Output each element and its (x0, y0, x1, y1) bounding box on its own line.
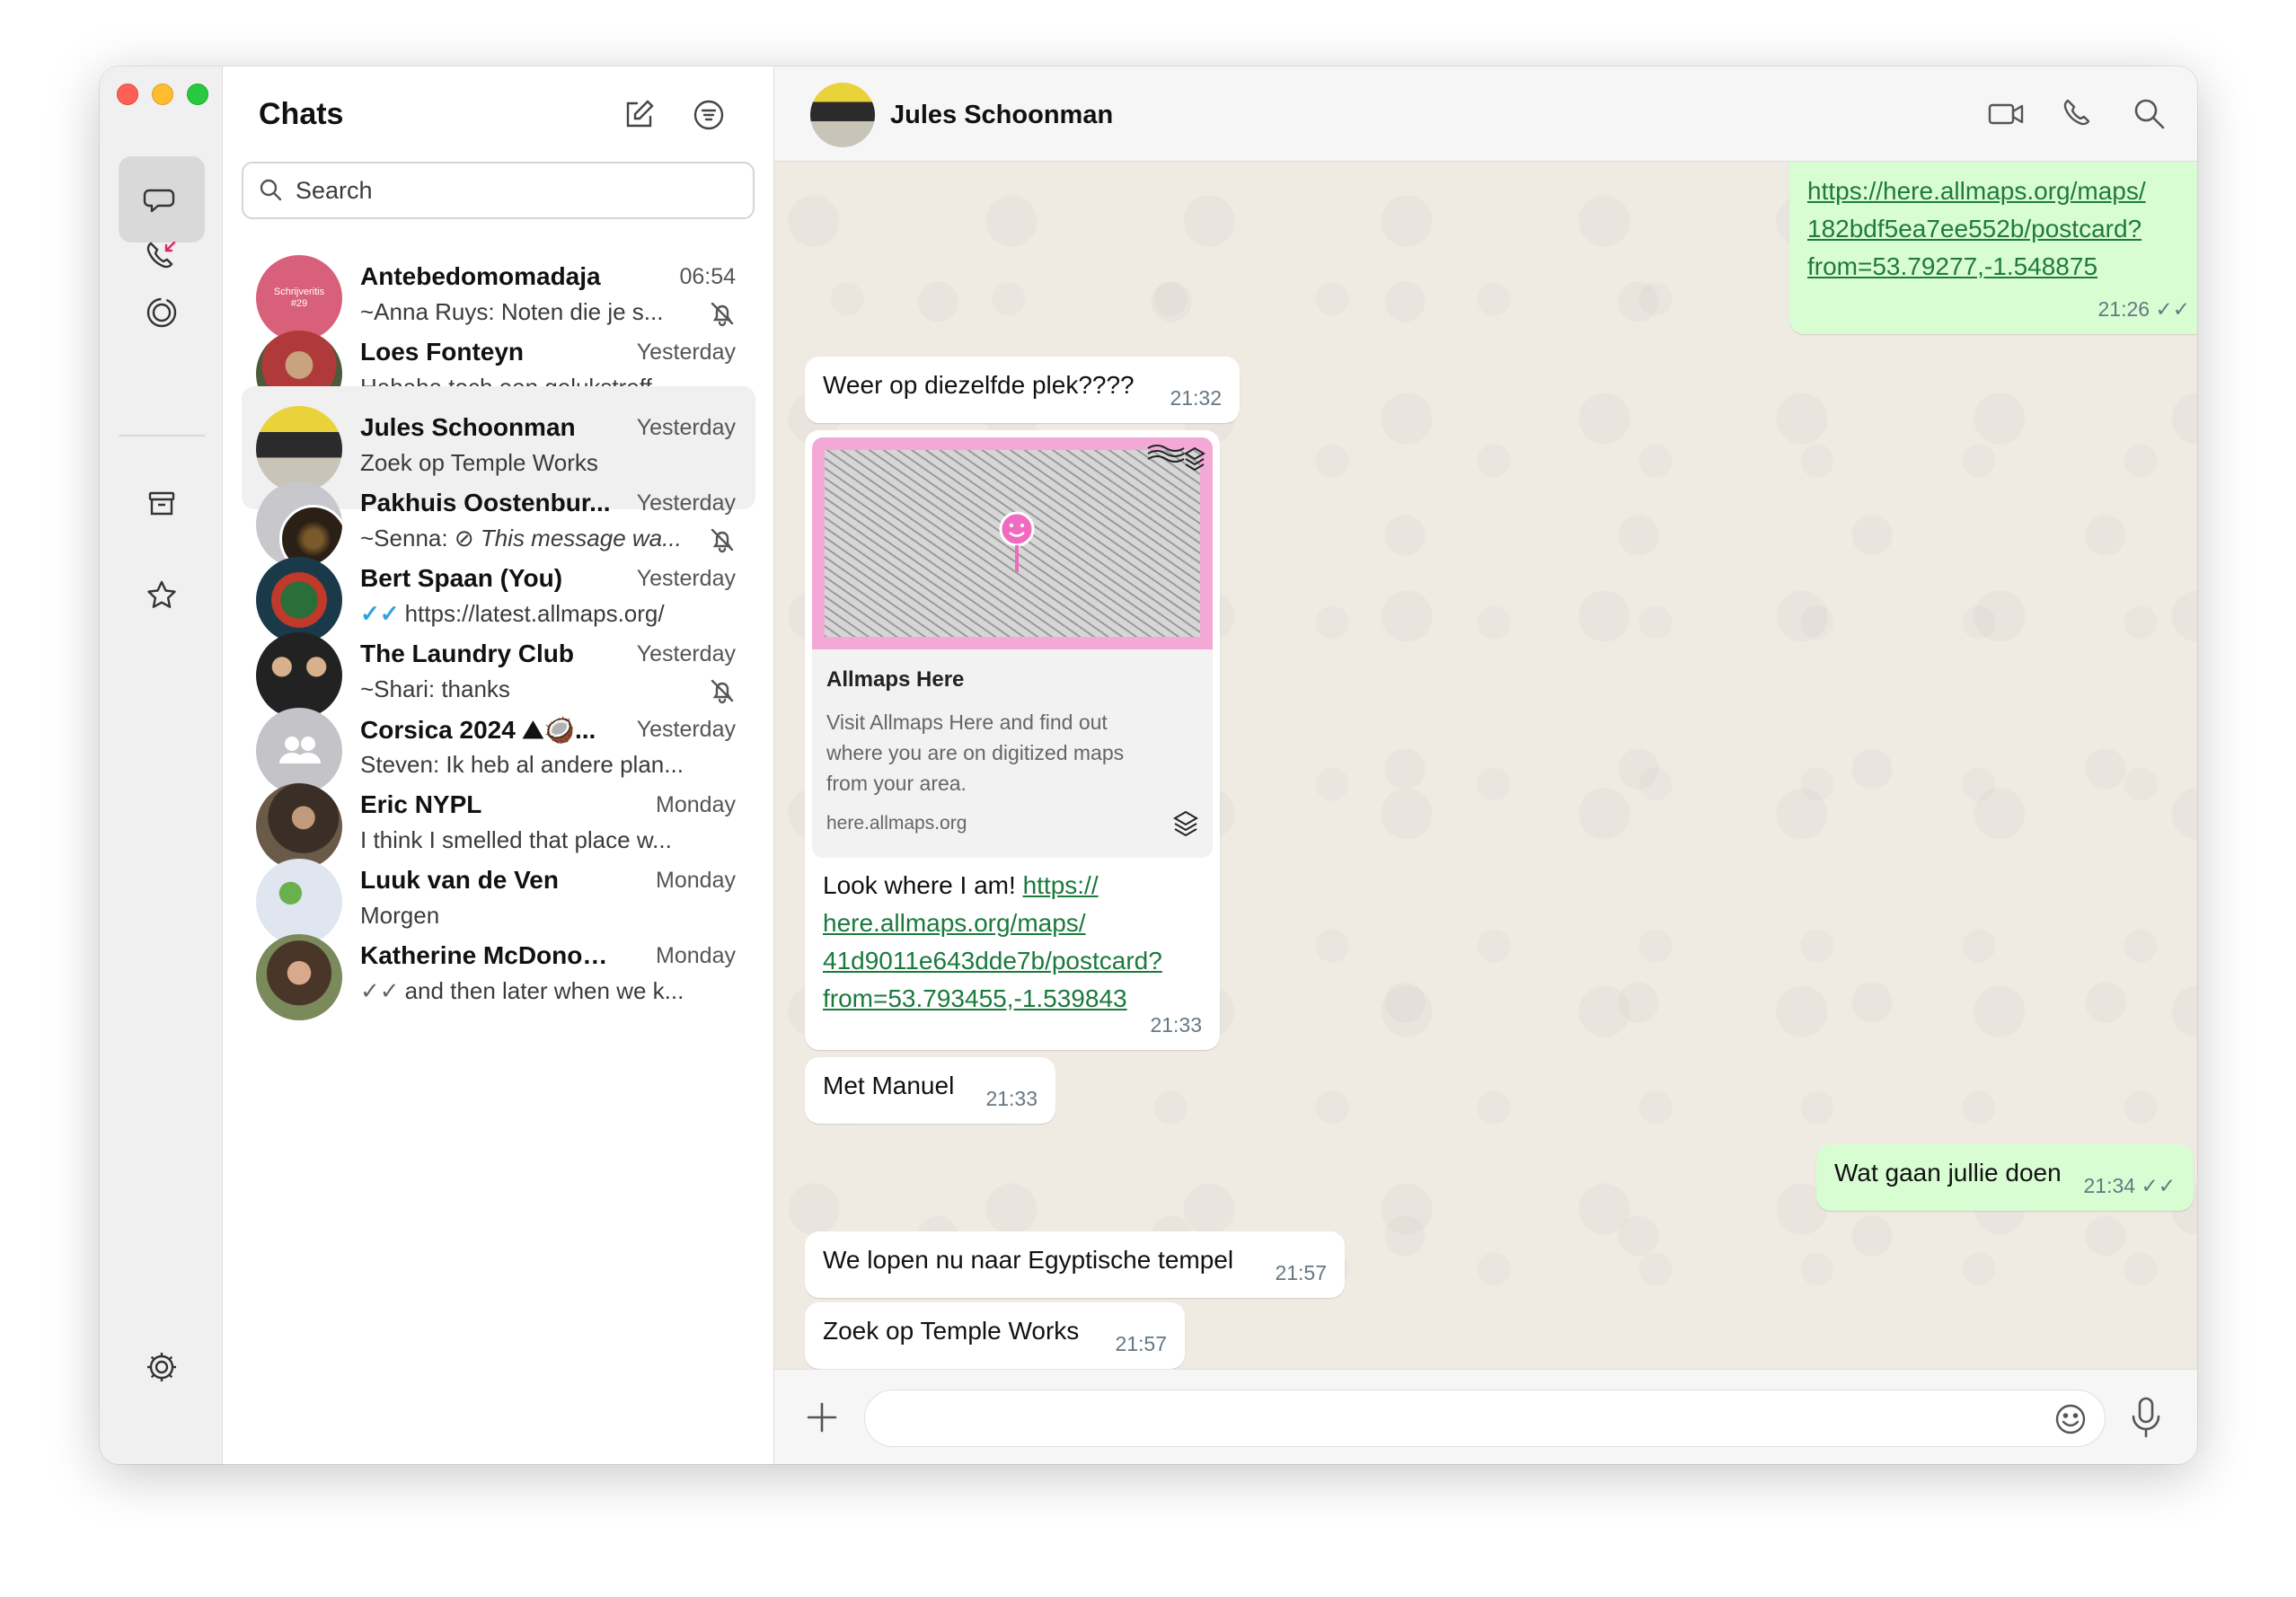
attach-plus-icon[interactable] (801, 1397, 843, 1438)
filter-icon[interactable] (689, 95, 729, 135)
message-time: 21:33 (1150, 1013, 1202, 1037)
message-incoming[interactable]: Weer op diezelfde plek???? 21:32 (805, 357, 1240, 423)
message-time: 21:57 (1115, 1332, 1167, 1355)
link-line[interactable]: 182bdf5ea7ee552b/postcard? (1807, 210, 2146, 248)
emoji-icon[interactable] (2053, 1401, 2088, 1437)
message-incoming[interactable]: Met Manuel 21:33 (805, 1057, 1055, 1124)
message-time: 21:34 ✓✓ (2083, 1174, 2177, 1197)
chat-time: Monday (656, 792, 736, 817)
message-text: Weer op diezelfde plek???? (823, 371, 1135, 399)
message-time: 21:33 (985, 1087, 1038, 1110)
chat-preview: ✓✓ and then later when we k... (360, 977, 684, 1005)
message-list[interactable]: https://here.allmaps.org/maps/ 182bdf5ea… (774, 162, 2197, 1369)
contact-avatar[interactable] (810, 83, 875, 147)
message-link[interactable]: https:// (1023, 871, 1099, 899)
message-time: 21:26 ✓✓ (2097, 297, 2191, 321)
contact-name[interactable]: Jules Schoonman (890, 101, 1113, 130)
message-outgoing[interactable]: Wat gaan jullie doen 21:34 ✓✓ (1816, 1144, 2194, 1211)
read-ticks-icon: ✓✓ (2155, 297, 2190, 321)
message-link[interactable]: https://here.allmaps.org/maps/ 182bdf5ea… (1807, 172, 2146, 286)
chat-time: Monday (656, 943, 736, 968)
message-composer (774, 1369, 2197, 1464)
delivered-ticks-icon: ✓✓ (360, 977, 400, 1004)
chat-time: Yesterday (636, 340, 736, 365)
chat-name: The Laundry Club (360, 640, 574, 667)
message-outgoing[interactable]: https://here.allmaps.org/maps/ 182bdf5ea… (1789, 162, 2197, 334)
message-incoming[interactable]: We lopen nu naar Egyptische tempel 21:57 (805, 1231, 1345, 1298)
archive-icon (148, 491, 175, 516)
preview-title: Allmaps Here (826, 667, 965, 692)
chat-name: Corsica 2024 ⛰🥥... (360, 716, 596, 744)
search-icon[interactable] (2129, 93, 2170, 135)
message-link[interactable]: 41d9011e643dde7b/postcard? (823, 942, 1162, 980)
stamp-icon (1147, 445, 1205, 472)
allmaps-logo-icon (1173, 810, 1198, 837)
conversation-header[interactable]: Jules Schoonman (774, 66, 2197, 162)
window-controls (117, 84, 208, 105)
video-call-icon[interactable] (1985, 93, 2027, 135)
chat-time: Yesterday (636, 641, 736, 666)
message-time: 21:32 (1170, 386, 1222, 410)
avatar (256, 934, 342, 1020)
maximize-window-button[interactable] (187, 84, 208, 105)
link-preview-card[interactable]: Allmaps Here Visit Allmaps Here and find… (812, 437, 1213, 858)
conversation-panel: Jules Schoonman https://here.allmaps.org… (774, 66, 2197, 1464)
message-link[interactable]: here.allmaps.org/maps/ (823, 904, 1162, 942)
chat-time: Monday (656, 868, 736, 893)
chat-name: Loes Fonteyn (360, 338, 525, 366)
message-incoming[interactable]: Zoek op Temple Works 21:57 (805, 1302, 1185, 1369)
rail-archived-button[interactable] (119, 461, 205, 547)
chat-name: Bert Spaan (You) (360, 564, 563, 592)
link-line[interactable]: from=53.79277,-1.548875 (1807, 248, 2146, 286)
preview-description: Visit Allmaps Here and find out where yo… (826, 710, 1125, 795)
chat-time: 06:54 (679, 264, 736, 289)
navigation-rail (100, 66, 223, 1464)
status-icon (146, 297, 177, 328)
message-text: Look where I am! https:// here.allmaps.o… (823, 867, 1162, 1018)
link-line[interactable]: https://here.allmaps.org/maps/ (1807, 172, 2146, 210)
message-text: We lopen nu naar Egyptische tempel (823, 1246, 1234, 1274)
microphone-icon[interactable] (2125, 1395, 2167, 1440)
message-text: Zoek op Temple Works (823, 1317, 1080, 1345)
chat-name: Jules Schoonman (360, 413, 576, 441)
close-window-button[interactable] (117, 84, 138, 105)
postcard-image (812, 437, 1213, 649)
message-text: Met Manuel (823, 1072, 955, 1099)
preview-domain: here.allmaps.org (826, 813, 967, 834)
chat-time: Yesterday (636, 490, 736, 516)
chat-name: Eric NYPL (360, 790, 482, 818)
chat-list-panel: Chats Search Schrijveritis #29 Antebedom… (223, 66, 774, 1464)
minimize-window-button[interactable] (152, 84, 173, 105)
message-incoming-link-preview[interactable]: Allmaps Here Visit Allmaps Here and find… (805, 430, 1220, 1050)
chats-title: Chats (259, 97, 344, 131)
message-input[interactable] (864, 1390, 2106, 1447)
message-time: 21:57 (1275, 1261, 1327, 1284)
message-link[interactable]: from=53.793455,-1.539843 (823, 980, 1162, 1018)
preview-text: and then later when we k... (404, 977, 684, 1004)
chat-item-katherine-mcdonough[interactable]: Katherine McDonough Monday ✓✓ and then la… (242, 914, 755, 1037)
search-icon (260, 179, 282, 201)
read-ticks-icon: ✓✓ (2141, 1174, 2176, 1197)
search-input[interactable]: Search (242, 162, 755, 219)
chat-name: Pakhuis Oostenbur... (360, 489, 611, 516)
new-chat-icon[interactable] (619, 95, 658, 135)
chat-time: Yesterday (636, 415, 736, 440)
chat-name: Antebedomomadaja (360, 262, 601, 290)
location-pin-icon (999, 511, 1035, 572)
chat-time: Yesterday (636, 566, 736, 591)
rail-divider (119, 435, 205, 437)
chat-name: Katherine McDonough (360, 941, 621, 969)
chat-time: Yesterday (636, 717, 736, 742)
chat-name: Luuk van de Ven (360, 866, 559, 894)
rail-settings-button[interactable] (119, 1324, 205, 1410)
star-icon (147, 580, 176, 608)
rail-status-button[interactable] (119, 269, 205, 356)
app-window: Chats Search Schrijveritis #29 Antebedom… (100, 66, 2197, 1464)
rail-starred-button[interactable] (119, 552, 205, 639)
message-text: Wat gaan jullie doen (1834, 1159, 2062, 1187)
gear-icon (147, 1353, 176, 1381)
voice-call-icon[interactable] (2057, 93, 2098, 135)
search-placeholder: Search (296, 176, 373, 204)
avatar-text: Schrijveritis #29 (273, 287, 325, 309)
